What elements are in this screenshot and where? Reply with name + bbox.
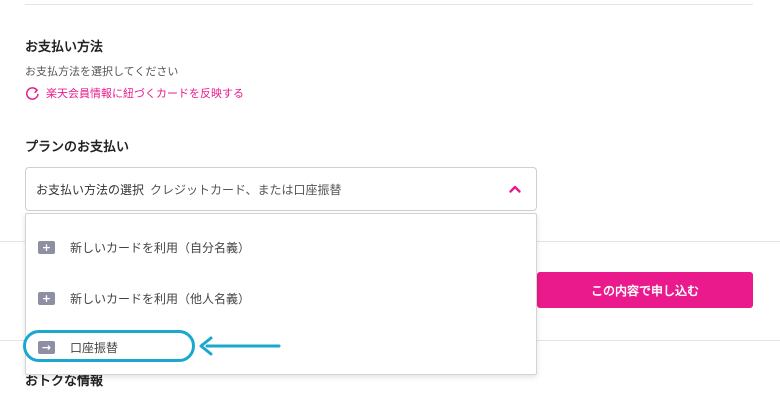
option-label: 新しいカードを利用（他人名義） [70,291,251,306]
option-new-card-other[interactable]: + 新しいカードを利用（他人名義） [26,283,536,313]
payment-method-subtitle: お支払方法を選択してください [25,65,179,78]
refresh-icon [26,86,39,100]
apply-button[interactable]: この内容で申し込む [537,272,753,308]
payment-method-select[interactable]: お支払い方法の選択 クレジットカード、または口座振替 [25,167,537,211]
top-divider [25,4,753,5]
reflect-card-link[interactable]: 楽天会員情報に紐づくカードを反映する [25,85,244,101]
highlight-ring [23,330,195,362]
select-label: お支払い方法の選択 [36,182,145,197]
payment-method-title: お支払い方法 [25,40,104,55]
card-plus-icon: + [38,240,55,254]
select-placeholder: クレジットカード、または口座振替 [150,182,342,197]
reflect-card-link-label: 楽天会員情報に紐づくカードを反映する [46,87,244,100]
card-plus-icon: + [38,291,55,305]
option-label: 新しいカードを利用（自分名義） [70,240,251,255]
arrow-left-icon [199,336,281,356]
option-new-card-self[interactable]: + 新しいカードを利用（自分名義） [26,232,536,262]
chevron-up-icon[interactable] [508,182,522,196]
plan-payment-title: プランのお支払い [25,140,130,155]
